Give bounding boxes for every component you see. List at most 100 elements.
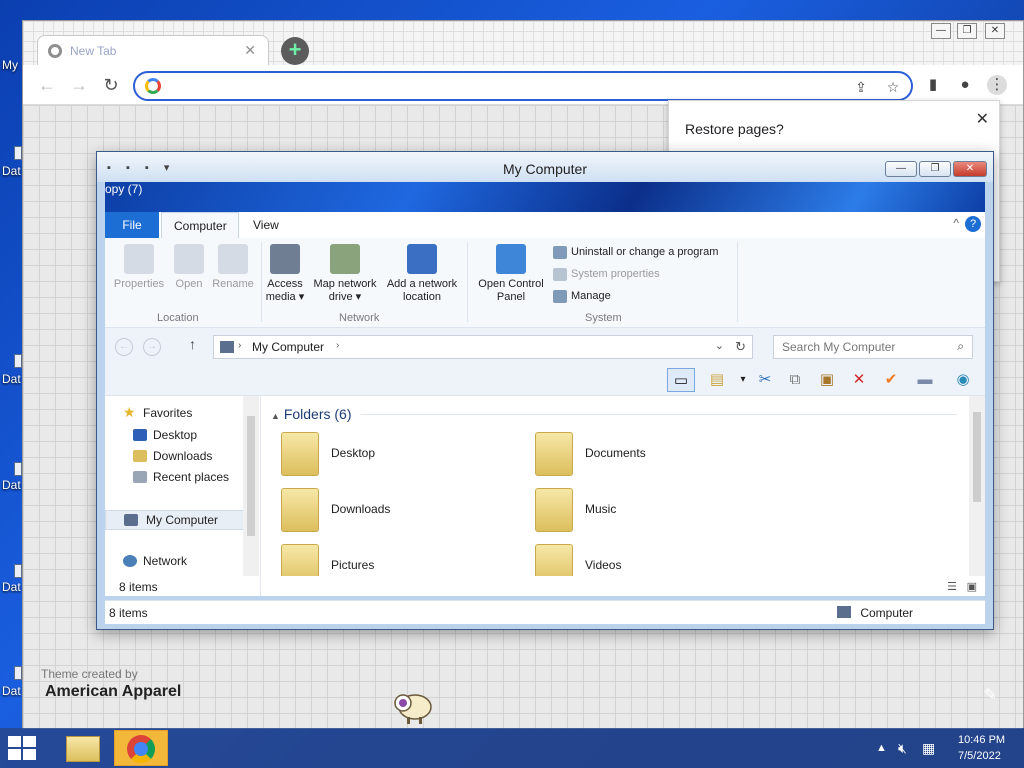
start-button[interactable] bbox=[8, 736, 38, 760]
explorer-maximize-button[interactable]: ❐ bbox=[919, 161, 951, 177]
content-scroll-thumb[interactable] bbox=[973, 412, 981, 502]
access-media-button[interactable]: Access media ▾ bbox=[263, 244, 307, 304]
back-button[interactable]: ← bbox=[35, 73, 59, 97]
close-button[interactable]: ✕ bbox=[985, 23, 1005, 39]
tab-file[interactable]: File bbox=[105, 212, 159, 238]
delete-icon[interactable]: ✕ bbox=[845, 368, 873, 392]
maximize-button[interactable]: ❐ bbox=[957, 23, 977, 39]
clock-date[interactable]: 7/5/2022 bbox=[958, 750, 1001, 762]
menu-kebab-icon[interactable]: ⋮ bbox=[987, 75, 1007, 95]
collapse-triangle-icon[interactable]: ▲ bbox=[271, 411, 280, 421]
folder-documents[interactable]: Documents bbox=[535, 430, 755, 480]
desktop-icon-label[interactable]: Dat bbox=[2, 164, 21, 178]
taskbar-file-explorer[interactable] bbox=[56, 730, 110, 766]
clock-time[interactable]: 10:46 PM bbox=[958, 734, 1005, 746]
system-properties-button[interactable]: System properties bbox=[553, 268, 660, 281]
minimize-button[interactable]: — bbox=[931, 23, 951, 39]
explorer-back-icon[interactable]: ← bbox=[115, 338, 133, 356]
reload-button[interactable]: ↻ bbox=[99, 73, 123, 97]
properties-button[interactable]: Properties bbox=[111, 244, 167, 291]
help-icon[interactable]: ? bbox=[965, 216, 981, 232]
search-icon[interactable]: ⌕ bbox=[957, 339, 964, 354]
open-control-panel-button[interactable]: Open Control Panel bbox=[473, 244, 549, 304]
omnibox[interactable]: ⇪ ☆ bbox=[133, 71, 913, 101]
desktop-file-icon[interactable] bbox=[14, 564, 22, 578]
explorer-titlebar[interactable]: ▪ ▪ ▪ ▾ My Computer — ❐ ✕ bbox=[97, 152, 993, 182]
rename-button[interactable]: Rename bbox=[209, 244, 257, 291]
checkmark-icon[interactable]: ✔ bbox=[877, 368, 905, 392]
explorer-close-button[interactable]: ✕ bbox=[953, 161, 987, 177]
up-arrow-icon[interactable]: ↑ bbox=[189, 336, 196, 352]
cut-icon[interactable]: ✂ bbox=[751, 368, 779, 392]
breadcrumb-chevron-icon[interactable]: › bbox=[336, 340, 339, 351]
restore-close-icon[interactable]: ✕ bbox=[976, 109, 989, 129]
uninstall-program-button[interactable]: Uninstall or change a program bbox=[553, 246, 718, 259]
folder-videos[interactable]: Videos bbox=[535, 542, 755, 576]
desktop-icon-label[interactable]: My bbox=[2, 58, 18, 72]
forward-button[interactable]: → bbox=[67, 73, 91, 97]
desktop-file-icon[interactable] bbox=[14, 462, 22, 476]
taskbar-chrome[interactable] bbox=[114, 730, 168, 766]
nav-desktop[interactable]: Desktop bbox=[133, 428, 197, 442]
address-dropdown-icon[interactable]: ⌄ bbox=[715, 339, 724, 352]
tab-new-tab[interactable]: New Tab ✕ bbox=[37, 35, 269, 65]
folder-music[interactable]: Music bbox=[535, 486, 755, 536]
collapse-ribbon-icon[interactable]: ^ bbox=[953, 216, 959, 230]
nav-network[interactable]: Network bbox=[123, 554, 187, 568]
address-input[interactable] bbox=[169, 77, 809, 95]
tab-close-icon[interactable]: ✕ bbox=[244, 42, 256, 59]
folder-pictures[interactable]: Pictures bbox=[281, 542, 501, 576]
large-icons-view-icon[interactable]: ▣ bbox=[967, 580, 977, 593]
rename-field-icon[interactable]: ▬ bbox=[911, 368, 939, 392]
layout-pane-icon[interactable]: ▭ bbox=[667, 368, 695, 392]
folder-options-icon[interactable]: ▤ bbox=[703, 368, 731, 392]
nav-scroll-thumb[interactable] bbox=[247, 416, 255, 536]
network-tray-icon[interactable]: ▦ bbox=[922, 740, 935, 757]
desktop-icon-label[interactable]: Dat bbox=[2, 684, 21, 698]
breadcrumb-chevron-icon[interactable]: › bbox=[238, 340, 241, 351]
folder-desktop[interactable]: Desktop bbox=[281, 430, 501, 480]
show-hidden-icons-chevron-icon[interactable]: ▲ bbox=[876, 742, 887, 754]
tab-computer[interactable]: Computer bbox=[161, 212, 239, 238]
desktop-file-icon[interactable] bbox=[14, 354, 22, 368]
theme-credit-brand[interactable]: American Apparel bbox=[45, 683, 181, 701]
globe-icon[interactable]: ◉ bbox=[949, 368, 977, 392]
details-view-icon[interactable]: ☰ bbox=[947, 580, 957, 593]
media-icon bbox=[270, 244, 300, 274]
nav-favorites[interactable]: ★ Favorites bbox=[123, 404, 192, 420]
desktop-file-icon[interactable] bbox=[14, 146, 22, 160]
refresh-icon[interactable]: ↻ bbox=[735, 339, 746, 355]
add-network-location-button[interactable]: Add a network location bbox=[383, 244, 461, 304]
volume-muted-icon[interactable]: 🔇︎ bbox=[898, 740, 907, 757]
nav-recent-places[interactable]: Recent places bbox=[133, 470, 229, 484]
nav-my-computer[interactable]: My Computer bbox=[105, 510, 245, 530]
explorer-minimize-button[interactable]: — bbox=[885, 161, 917, 177]
folder-downloads[interactable]: Downloads bbox=[281, 486, 501, 536]
bookmark-star-icon[interactable]: ☆ bbox=[883, 77, 903, 97]
network-location-icon bbox=[407, 244, 437, 274]
new-tab-button[interactable]: + bbox=[281, 37, 309, 65]
paste-icon[interactable]: ▣ bbox=[813, 368, 841, 392]
search-placeholder: Search My Computer bbox=[782, 340, 896, 354]
profile-icon[interactable]: ● bbox=[955, 75, 975, 95]
search-box[interactable]: Search My Computer ⌕ bbox=[773, 335, 973, 359]
map-network-drive-button[interactable]: Map network drive ▾ bbox=[309, 244, 381, 304]
nav-downloads[interactable]: Downloads bbox=[133, 449, 212, 463]
folders-group-header[interactable]: ▲ Folders (6) bbox=[271, 406, 352, 422]
customize-pencil-icon[interactable]: ✎ bbox=[984, 685, 997, 705]
tab-strip: New Tab ✕ + — ❐ ✕ bbox=[23, 21, 1023, 65]
desktop-icon-label[interactable]: Dat bbox=[2, 372, 21, 386]
desktop-icon-label[interactable]: Dat bbox=[2, 478, 21, 492]
desktop-file-icon[interactable] bbox=[14, 666, 22, 680]
nav-scrollbar[interactable] bbox=[243, 396, 259, 576]
open-button[interactable]: Open bbox=[169, 244, 209, 291]
explorer-forward-icon[interactable]: → bbox=[143, 338, 161, 356]
content-scrollbar[interactable] bbox=[969, 396, 985, 576]
manage-button[interactable]: Manage bbox=[553, 290, 611, 303]
address-box[interactable]: › My Computer › ⌄ ↻ bbox=[213, 335, 753, 359]
share-icon[interactable]: ⇪ bbox=[851, 77, 871, 97]
desktop-icon-label[interactable]: Dat bbox=[2, 580, 21, 594]
side-panel-icon[interactable]: ▮ bbox=[923, 75, 943, 95]
copy-icon[interactable]: ⧉ bbox=[781, 368, 809, 392]
tab-view[interactable]: View bbox=[241, 212, 291, 238]
